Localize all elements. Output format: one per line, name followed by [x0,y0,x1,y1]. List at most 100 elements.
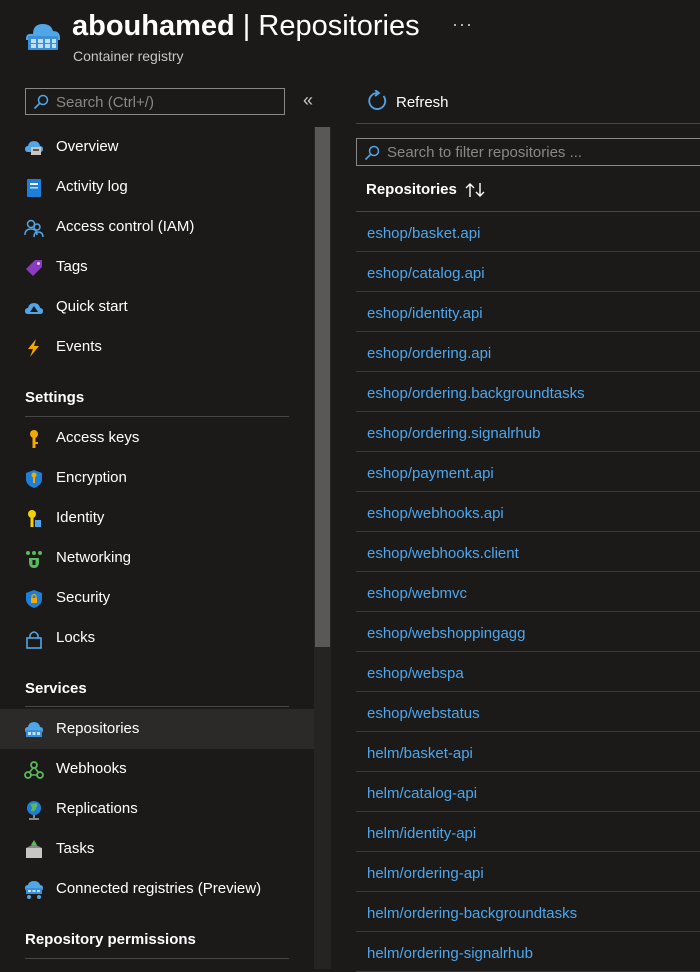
repository-link[interactable]: eshop/catalog.api [367,265,485,282]
sidebar-item-events[interactable]: Events [0,327,314,367]
table-row[interactable]: helm/ordering-backgroundtasks [356,892,700,932]
repository-link[interactable]: helm/ordering-backgroundtasks [367,905,577,922]
webhook-icon [24,761,44,779]
sidebar-item-activity-log[interactable]: Activity log [0,167,314,207]
sidebar-item-label: Tags [56,258,88,275]
sidebar-search-placeholder: Search (Ctrl+/) [56,94,154,111]
sidebar-item-tags[interactable]: Tags [0,247,314,287]
sidebar-item-label: Encryption [56,469,127,486]
sidebar-item-access-keys[interactable]: Access keys [0,418,314,458]
sidebar-item-label: Identity [56,509,105,526]
repository-link[interactable]: helm/basket-api [367,745,473,762]
repository-link[interactable]: eshop/webspa [367,665,464,682]
sidebar-item-networking[interactable]: Networking [0,538,314,578]
repository-link[interactable]: eshop/basket.api [367,225,480,242]
table-row[interactable]: eshop/ordering.signalrhub [356,412,700,452]
sidebar-item-security[interactable]: Security [0,578,314,618]
repository-link[interactable]: eshop/webmvc [367,585,467,602]
search-icon [364,145,380,161]
repository-link[interactable]: eshop/payment.api [367,465,494,482]
table-row[interactable]: helm/catalog-api [356,772,700,812]
table-row[interactable]: eshop/payment.api [356,452,700,492]
divider [25,958,289,959]
divider [25,416,289,417]
repository-link[interactable]: eshop/ordering.backgroundtasks [367,385,585,402]
table-row[interactable]: eshop/webshoppingagg [356,612,700,652]
table-row[interactable]: eshop/basket.api [356,212,700,252]
sidebar-search-input[interactable]: Search (Ctrl+/) [25,88,285,115]
identity-key-icon [28,510,41,527]
table-row[interactable]: eshop/identity.api [356,292,700,332]
repository-link[interactable]: eshop/webhooks.api [367,505,504,522]
sidebar-item-replications[interactable]: Replications [0,789,314,829]
sidebar-item-webhooks[interactable]: Webhooks [0,749,314,789]
sort-icon[interactable] [464,181,488,199]
sidebar-item-connected-registries[interactable]: Connected registries (Preview) [0,869,314,909]
repository-permissions-section-header: Repository permissions [25,931,196,948]
container-registry-icon [26,24,60,50]
sidebar-item-label: Access keys [56,429,140,446]
sidebar-item-label: Overview [56,138,119,155]
resource-name: abouhamed [72,10,235,42]
sidebar-item-repositories[interactable]: Repositories [0,709,314,749]
sidebar-item-label: Access control (IAM) [56,218,195,235]
sidebar-item-label: Events [56,338,102,355]
sidebar-item-tasks[interactable]: Tasks [0,829,314,869]
table-row[interactable]: helm/ordering-api [356,852,700,892]
sidebar-scrollbar[interactable] [314,127,331,969]
sidebar-item-label: Webhooks [56,760,127,777]
repository-link[interactable]: eshop/webstatus [367,705,480,722]
globe-icon [27,801,41,820]
table-row[interactable]: eshop/webspa [356,652,700,692]
table-row[interactable]: eshop/webhooks.client [356,532,700,572]
repository-link[interactable]: helm/ordering-signalrhub [367,945,533,962]
sidebar-item-overview[interactable]: Overview [0,127,314,167]
sidebar-item-label: Networking [56,549,132,566]
table-row[interactable]: eshop/webstatus [356,692,700,732]
sidebar-item-access-control[interactable]: Access control (IAM) [0,207,314,247]
sidebar-item-quick-start[interactable]: Quick start [0,287,314,327]
shield-icon [26,470,42,488]
repository-link[interactable]: eshop/identity.api [367,305,483,322]
sidebar-item-label: Repositories [56,720,140,737]
filter-repositories-input[interactable]: Search to filter repositories ... [356,138,700,166]
search-icon [33,94,49,110]
table-row[interactable]: helm/ordering-signalrhub [356,932,700,972]
repositories-column-header[interactable]: Repositories [366,181,457,198]
more-options-button[interactable]: ··· [452,14,473,35]
sidebar-item-label: Connected registries (Preview) [56,880,262,897]
table-row[interactable]: eshop/webmvc [356,572,700,612]
sidebar-item-locks[interactable]: Locks [0,618,314,658]
repositories-cloud-icon [25,722,43,737]
table-row[interactable]: eshop/ordering.backgroundtasks [356,372,700,412]
resource-type: Container registry [73,48,184,64]
toolbar-divider [356,123,700,124]
repository-link[interactable]: helm/identity-api [367,825,476,842]
repository-link[interactable]: eshop/webhooks.client [367,545,519,562]
page-title: abouhamed | Repositories [72,8,420,44]
repository-link[interactable]: eshop/ordering.api [367,345,491,362]
repository-link[interactable]: eshop/webshoppingagg [367,625,525,642]
repository-link[interactable]: helm/catalog-api [367,785,477,802]
table-row[interactable]: eshop/ordering.api [356,332,700,372]
refresh-icon [368,90,387,110]
table-row[interactable]: helm/identity-api [356,812,700,852]
collapse-sidebar-button[interactable]: « [303,90,313,111]
sidebar-item-label: Activity log [56,178,128,195]
sidebar-item-label: Quick start [56,298,128,315]
repository-link[interactable]: eshop/ordering.signalrhub [367,425,540,442]
sidebar-scrollbar-thumb[interactable] [315,127,330,647]
lightning-icon [28,339,39,357]
overview-cloud-icon [25,141,43,155]
sidebar-item-label: Replications [56,800,138,817]
table-row[interactable]: helm/basket-api [356,732,700,772]
repository-link[interactable]: helm/ordering-api [367,865,484,882]
filter-placeholder: Search to filter repositories ... [387,144,583,161]
sidebar-item-encryption[interactable]: Encryption [0,458,314,498]
activity-log-icon [27,179,41,197]
table-row[interactable]: eshop/webhooks.api [356,492,700,532]
connected-registries-icon [25,881,43,899]
sidebar-item-label: Locks [56,629,96,646]
table-row[interactable]: eshop/catalog.api [356,252,700,292]
sidebar-item-identity[interactable]: Identity [0,498,314,538]
